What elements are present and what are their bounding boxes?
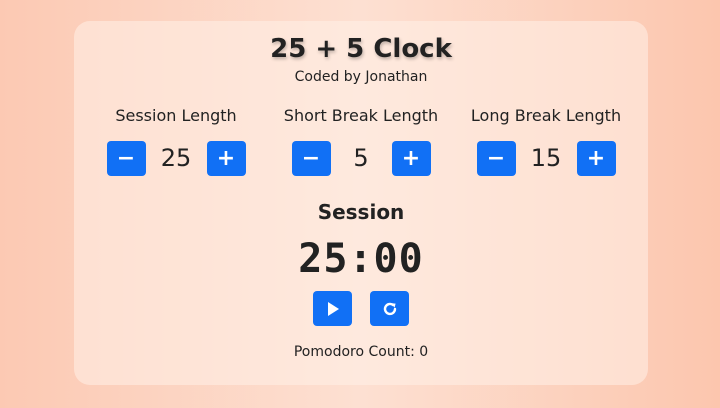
short-break-length-label: Short Break Length <box>283 106 439 125</box>
play-icon <box>327 301 339 316</box>
session-decrement-button[interactable]: − <box>106 141 146 176</box>
session-length-label: Session Length <box>115 106 237 125</box>
pomodoro-count: Pomodoro Count: 0 <box>293 344 429 360</box>
short-break-length-value: 5 <box>353 144 369 172</box>
session-length-value: 25 <box>160 144 192 172</box>
short-break-decrement-button[interactable]: − <box>291 141 331 176</box>
long-break-length-setting: Long Break Length − 15 + <box>456 105 636 176</box>
clock-card: 25 + 5 Clock Coded by Jonathan Session L… <box>74 21 648 385</box>
start-stop-button[interactable] <box>313 291 352 326</box>
reset-button[interactable] <box>370 291 409 326</box>
plus-icon: + <box>401 146 421 171</box>
session-increment-button[interactable]: + <box>206 141 246 176</box>
app-subtitle: Coded by Jonathan <box>294 69 428 85</box>
minus-icon: − <box>116 146 136 171</box>
plus-icon: + <box>216 146 236 171</box>
long-break-length-label: Long Break Length <box>470 106 622 125</box>
long-break-increment-button[interactable]: + <box>576 141 616 176</box>
plus-icon: + <box>586 146 606 171</box>
long-break-length-value: 15 <box>530 144 562 172</box>
short-break-increment-button[interactable]: + <box>391 141 431 176</box>
long-break-length-controls: − 15 + <box>456 141 636 176</box>
minus-icon: − <box>486 146 506 171</box>
refresh-icon <box>383 302 396 315</box>
timer-controls <box>74 291 648 326</box>
short-break-length-setting: Short Break Length − 5 + <box>271 105 451 176</box>
app-title: 25 + 5 Clock <box>270 34 452 64</box>
minus-icon: − <box>301 146 321 171</box>
session-length-controls: − 25 + <box>86 141 266 176</box>
timer-label: Session <box>317 200 405 224</box>
timer-display: 25:00 <box>298 236 424 282</box>
short-break-length-controls: − 5 + <box>271 141 451 176</box>
session-length-setting: Session Length − 25 + <box>86 105 266 176</box>
long-break-decrement-button[interactable]: − <box>476 141 516 176</box>
